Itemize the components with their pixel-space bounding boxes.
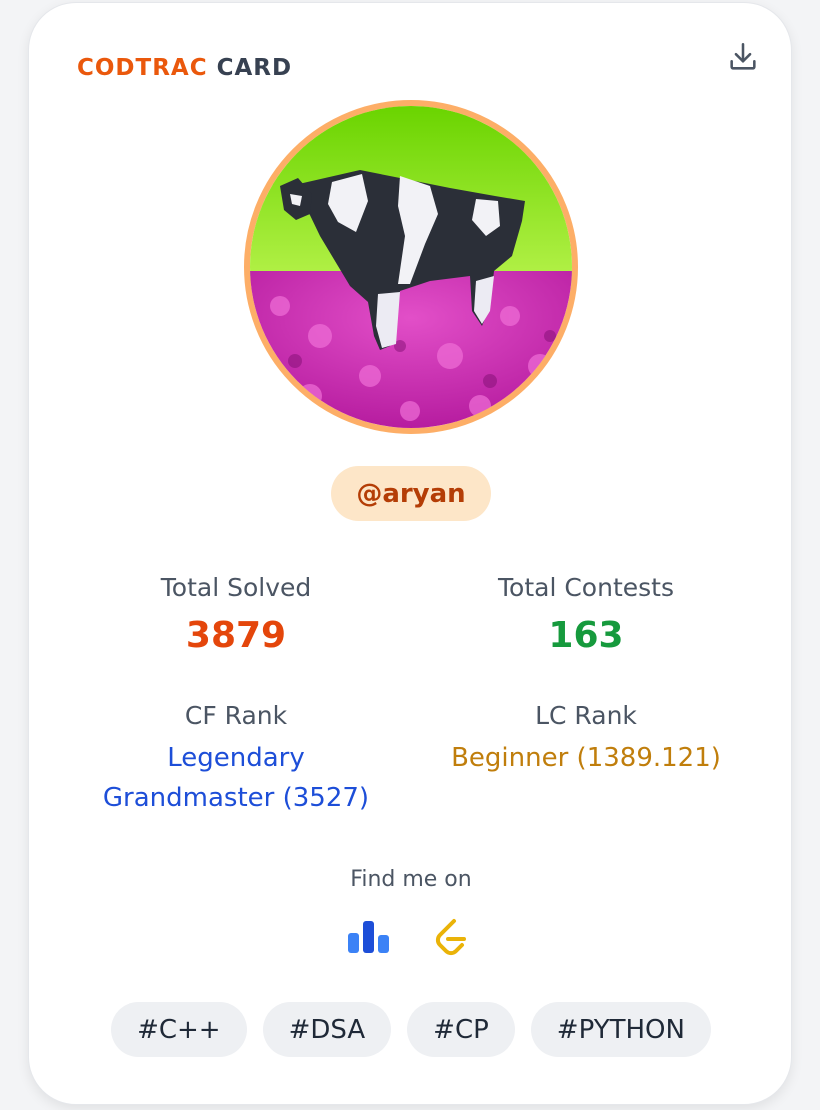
username-badge: @aryan	[331, 466, 491, 521]
download-icon	[730, 42, 756, 70]
codeforces-icon	[348, 921, 389, 953]
leetcode-icon	[435, 919, 466, 956]
brand-title-primary: CODTRAC	[77, 55, 208, 81]
tag-chip[interactable]: #CP	[407, 1002, 515, 1057]
brand-title: CODTRAC CARD	[77, 55, 292, 81]
cf-rank-label: CF Rank	[184, 701, 288, 730]
codeforces-link[interactable]	[347, 915, 391, 959]
cf-rank-value: Legendary Grandmaster (3527)	[76, 738, 396, 818]
tag-chip[interactable]: #DSA	[262, 1002, 392, 1057]
cf-rank-line-1: Legendary	[167, 743, 305, 773]
total-solved-label: Total Solved	[160, 573, 312, 602]
total-solved-value: 3879	[185, 615, 287, 656]
total-contests-label: Total Contests	[498, 573, 674, 602]
tag-chip[interactable]: #C++	[111, 1002, 247, 1057]
avatar	[244, 100, 578, 434]
leetcode-link[interactable]	[429, 915, 473, 959]
cf-rank-line-2: Grandmaster (3527)	[102, 783, 370, 813]
profile-card: CODTRAC CARD @aryan Total Solved 3879 To…	[28, 2, 792, 1105]
brand-title-secondary: CARD	[216, 55, 293, 81]
download-button[interactable]	[723, 37, 763, 77]
tag-chip[interactable]: #PYTHON	[530, 1002, 711, 1057]
lc-rank-value: Beginner (1389.121)	[451, 743, 721, 773]
lc-rank-label: LC Rank	[535, 701, 637, 730]
total-contests-value: 163	[548, 615, 624, 656]
tags-row: #C++ #DSA #CP #PYTHON	[29, 1002, 793, 1057]
find-me-heading: Find me on	[350, 867, 472, 892]
